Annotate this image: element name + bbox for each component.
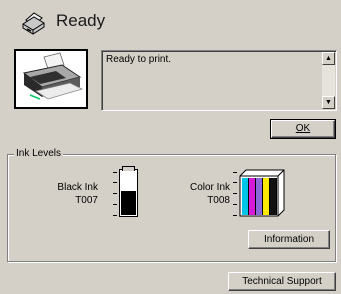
color-ink-tank xyxy=(256,178,263,215)
printer-picture xyxy=(14,49,88,109)
scroll-up-arrow-icon[interactable]: ▲ xyxy=(322,52,335,65)
color-ink-cartridge xyxy=(239,169,285,217)
status-message-box[interactable]: Ready to print. ▲ ▼ xyxy=(101,50,337,111)
black-ink-code: T007 xyxy=(75,195,98,206)
status-message-text: Ready to print. xyxy=(106,54,172,65)
printer-status-title: Ready xyxy=(56,11,106,30)
color-ink-tank xyxy=(263,178,270,215)
black-ink-cartridge xyxy=(119,166,138,217)
color-ink-tank xyxy=(249,178,256,215)
black-ink-level xyxy=(121,191,136,215)
printer-icon xyxy=(22,12,45,35)
black-ink-name: Black Ink xyxy=(57,182,98,193)
scroll-down-arrow-icon[interactable]: ▼ xyxy=(322,96,335,109)
black-ink-label: Black Ink T007 xyxy=(40,181,98,207)
color-ink-tank xyxy=(270,178,277,215)
ok-button-label: OK xyxy=(295,123,311,134)
color-ink-code: T008 xyxy=(207,195,230,206)
ink-levels-label: Ink Levels xyxy=(14,148,64,159)
message-scrollbar[interactable]: ▲ ▼ xyxy=(322,52,335,109)
ok-button[interactable]: OK xyxy=(270,119,336,139)
color-ink-tanks xyxy=(242,178,277,215)
technical-support-button[interactable]: Technical Support xyxy=(228,272,336,291)
color-ink-tank xyxy=(242,178,249,215)
information-button[interactable]: Information xyxy=(248,230,330,249)
color-ink-label: Color Ink T008 xyxy=(180,181,230,207)
color-ink-name: Color Ink xyxy=(189,182,230,193)
